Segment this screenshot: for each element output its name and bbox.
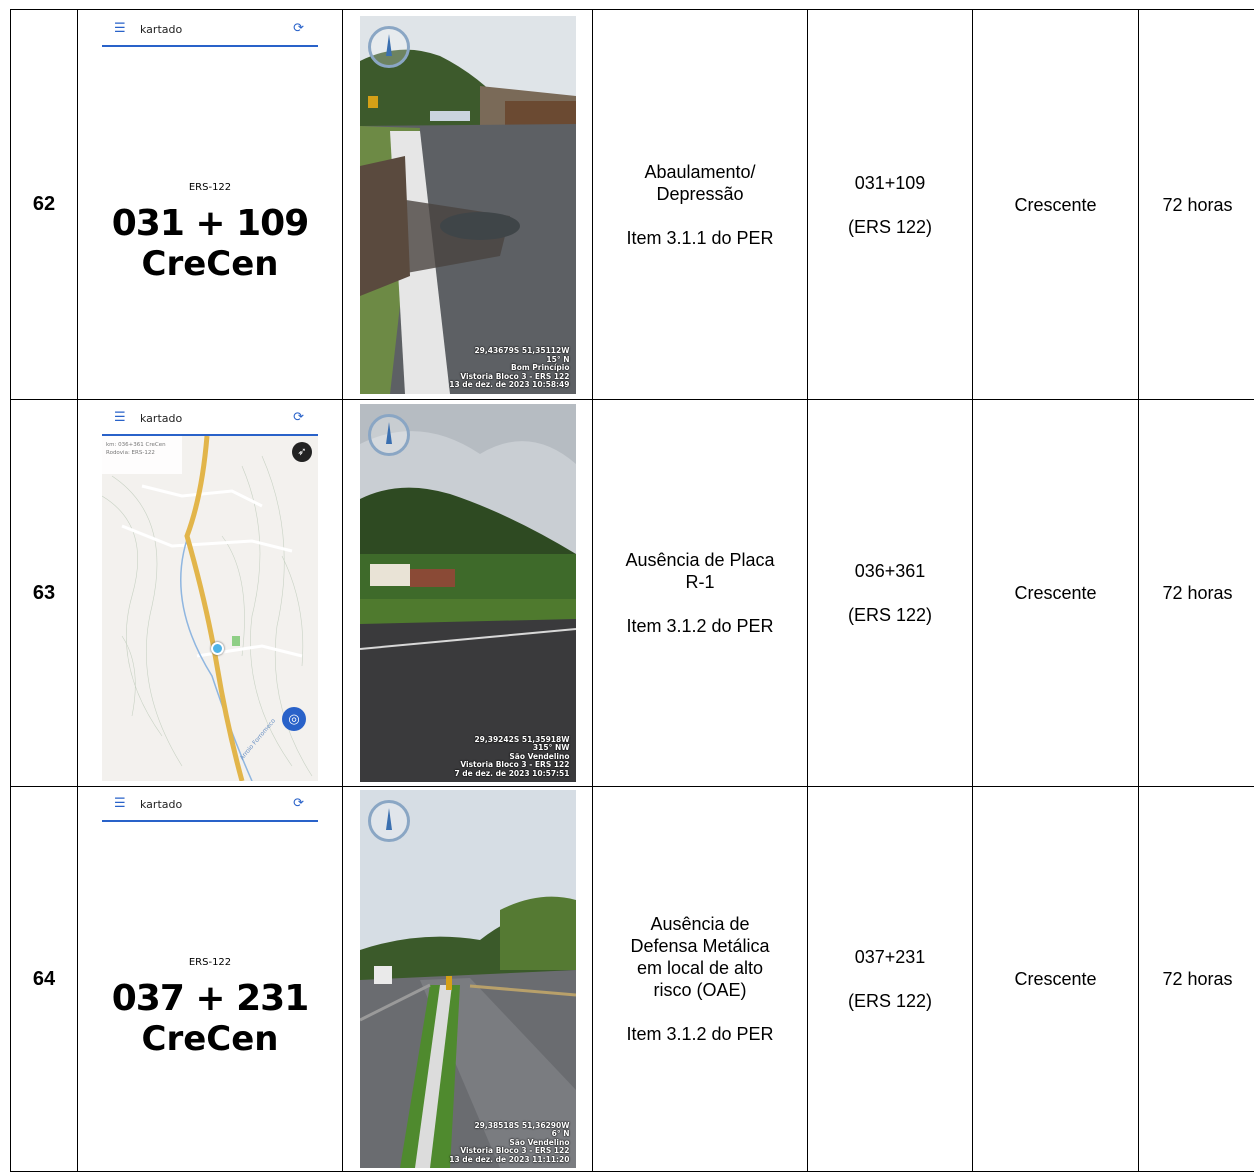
report-table: 62 ☰ kartado ⟳ ERS-122 031 + 109 CreCen [10,9,1254,1172]
app-title: kartado [140,23,182,36]
direction-display: CreCen [102,245,318,283]
photo-cell: 29,43679S 51,35112W 15° N Bom Princípio … [343,10,593,400]
direction-cell: Crescente [973,787,1139,1172]
app-bar: ☰ kartado ⟳ [102,792,318,822]
sync-icon: ⟳ [293,21,304,36]
km-display: 037 + 231 [102,978,318,1020]
road-label: ERS-122 [102,957,318,968]
photo-stamp: 29,38518S 51,36290W 6° N São Vendelino V… [449,1122,569,1165]
km-cell: 037+231 (ERS 122) [808,787,973,1172]
app-screenshot-cell: ☰ kartado ⟳ ERS-122 037 + 231 CreCen [78,787,343,1172]
compass-icon [368,800,410,842]
road-photo: 29,39242S 51,35918W 315° NW São Vendelin… [360,404,576,782]
table-row: 62 ☰ kartado ⟳ ERS-122 031 + 109 CreCen [11,10,1254,400]
map-info: km: 036+361 CreCen Rodovia: ERS-122 [106,441,166,457]
sync-icon: ⟳ [293,796,304,811]
photo-cell: 29,39242S 51,35918W 315° NW São Vendelin… [343,400,593,787]
app-bar: ☰ kartado ⟳ [102,406,318,436]
row-number: 62 [11,10,78,400]
row-number: 64 [11,787,78,1172]
direction-cell: Crescente [973,10,1139,400]
table-row: 63 ☰ kartado ⟳ [11,400,1254,787]
kartado-app-screen: ☰ kartado ⟳ ERS-122 037 + 231 CreCen [102,792,318,1167]
road-photo: 29,43679S 51,35112W 15° N Bom Princípio … [360,16,576,394]
menu-icon: ☰ [114,796,126,811]
compass-icon [368,26,410,68]
menu-icon: ☰ [114,410,126,425]
kartado-app-screen: ☰ kartado ⟳ [102,406,318,781]
map-road-label: Rodovia: ERS-122 [106,449,166,457]
deadline-cell: 72 horas [1139,10,1254,400]
locate-icon[interactable]: ◎ [282,707,306,731]
compass-icon[interactable]: ➶ [292,442,312,462]
photo-stamp: 29,39242S 51,35918W 315° NW São Vendelin… [454,736,569,779]
description-cell: Ausência de Placa R-1 Item 3.1.2 do PER [593,400,808,787]
km-cell: 036+361 (ERS 122) [808,400,973,787]
photo-stamp: 29,43679S 51,35112W 15° N Bom Princípio … [449,347,569,390]
compass-icon [368,414,410,456]
photo-cell: 29,38518S 51,36290W 6° N São Vendelino V… [343,787,593,1172]
app-title: kartado [140,412,182,425]
deadline-cell: 72 horas [1139,400,1254,787]
app-screenshot-cell: ☰ kartado ⟳ ERS-122 031 + 109 CreCen [78,10,343,400]
km-cell: 031+109 (ERS 122) [808,10,973,400]
direction-cell: Crescente [973,400,1139,787]
app-bar: ☰ kartado ⟳ [102,17,318,47]
photo-scene [360,404,576,782]
photo-scene [360,790,576,1168]
km-display: 031 + 109 [102,203,318,245]
kartado-app-screen: ☰ kartado ⟳ ERS-122 031 + 109 CreCen [102,17,318,392]
description-cell: Abaulamento/ Depressão Item 3.1.1 do PER [593,10,808,400]
table-row: 64 ☰ kartado ⟳ ERS-122 037 + 231 CreCen [11,787,1254,1172]
map-view: km: 036+361 CreCen Rodovia: ERS-122 Arro… [102,436,318,781]
app-title: kartado [140,798,182,811]
deadline-cell: 72 horas [1139,787,1254,1172]
location-dot [211,642,224,655]
description-cell: Ausência de Defensa Metálica em local de… [593,787,808,1172]
row-number: 63 [11,400,78,787]
sync-icon: ⟳ [293,410,304,425]
menu-icon: ☰ [114,21,126,36]
direction-display: CreCen [102,1020,318,1058]
photo-scene [360,16,576,394]
road-photo: 29,38518S 51,36290W 6° N São Vendelino V… [360,790,576,1168]
app-screenshot-cell: ☰ kartado ⟳ [78,400,343,787]
map-km-label: km: 036+361 CreCen [106,441,166,449]
road-label: ERS-122 [102,182,318,193]
